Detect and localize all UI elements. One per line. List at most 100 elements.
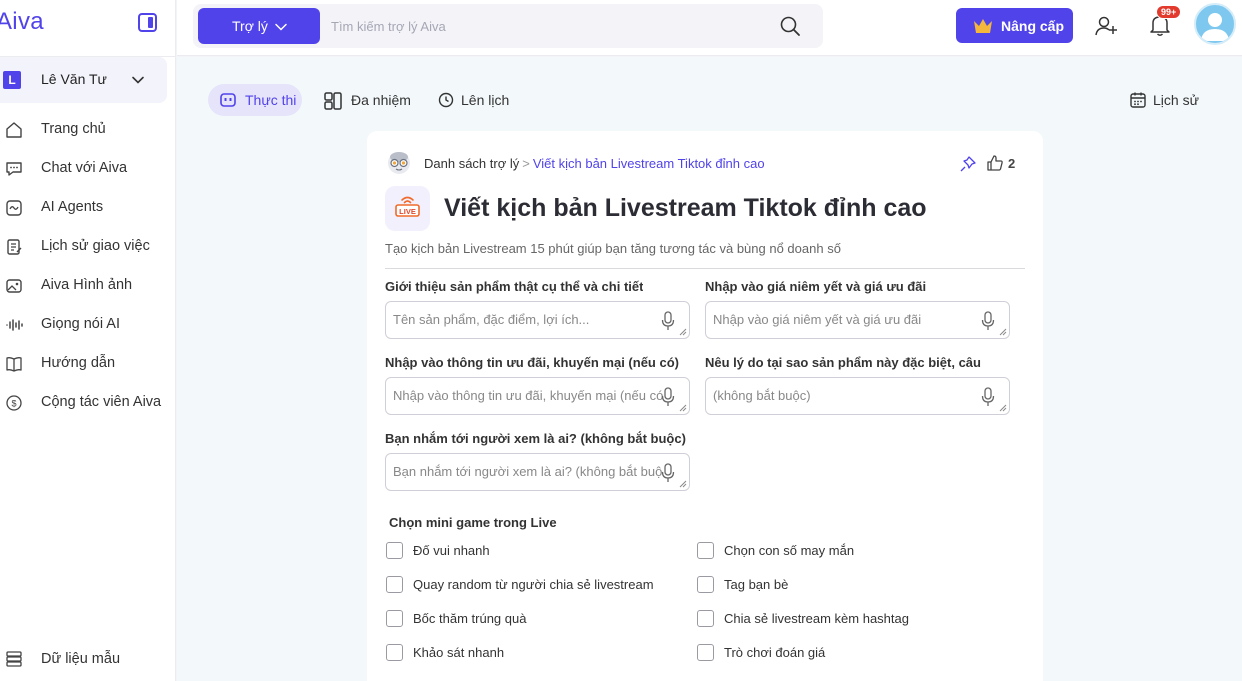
microphone-icon[interactable] xyxy=(981,311,995,331)
bot-icon xyxy=(220,93,236,107)
thumbs-up-icon[interactable] xyxy=(986,154,1004,172)
field-placeholder: Nhập vào giá niêm yết và giá ưu đãi xyxy=(713,312,922,327)
clock-icon xyxy=(438,92,454,108)
tab-label: Thực thi xyxy=(245,92,297,108)
svg-text:$: $ xyxy=(11,399,16,409)
pin-icon[interactable] xyxy=(959,155,977,173)
chat-icon xyxy=(6,162,22,176)
avatar[interactable] xyxy=(1194,3,1236,45)
sidebar-item-images[interactable]: Aiva Hình ảnh xyxy=(0,266,176,305)
sidebar-item-label: Aiva Hình ảnh xyxy=(41,277,133,293)
checkbox[interactable] xyxy=(386,610,403,627)
sidebar-toggle-icon[interactable] xyxy=(138,13,157,32)
sidebar-item-sample-data[interactable]: Dữ liệu mẫu xyxy=(0,641,176,677)
sidebar-item-label: Dữ liệu mẫu xyxy=(41,651,121,667)
tab-execute[interactable]: Thực thi xyxy=(208,84,302,116)
resize-handle-icon[interactable] xyxy=(679,404,687,412)
user-switcher[interactable]: L Lê Văn Tư xyxy=(0,57,167,103)
live-icon-text: LIVE xyxy=(399,207,416,216)
sidebar-item-voice[interactable]: Giọng nói AI xyxy=(0,305,176,344)
page-description: Tạo kịch bản Livestream 15 phút giúp bạn… xyxy=(385,241,841,256)
breadcrumb-current: Viết kịch bản Livestream Tiktok đỉnh cao xyxy=(532,156,765,171)
search-input[interactable] xyxy=(331,10,771,42)
resize-handle-icon[interactable] xyxy=(679,480,687,488)
tab-multitask[interactable]: Đa nhiệm xyxy=(312,84,412,116)
option-label: Khảo sát nhanh xyxy=(413,645,505,660)
sidebar-item-agents[interactable]: AI Agents xyxy=(0,188,176,227)
resize-handle-icon[interactable] xyxy=(999,404,1007,412)
checkbox[interactable] xyxy=(386,644,403,661)
sidebar-item-home[interactable]: Trang chủ xyxy=(0,110,176,149)
tab-schedule[interactable]: Lên lịch xyxy=(428,84,518,116)
breadcrumb: Danh sách trợ lý > Viết kịch bản Livestrea… xyxy=(424,156,765,171)
option-label: Chọn con số may mắn xyxy=(724,543,855,558)
sidebar-item-label: Lịch sử giao việc xyxy=(41,238,150,254)
user-name: Lê Văn Tư xyxy=(41,71,107,87)
page-title: Viết kịch bản Livestream Tiktok đỉnh cao xyxy=(444,194,927,222)
agents-icon xyxy=(6,200,22,216)
upgrade-button[interactable]: Nâng cấp xyxy=(956,8,1073,43)
assistant-dropdown-button[interactable]: Trợ lý xyxy=(198,8,320,44)
checkbox[interactable] xyxy=(697,610,714,627)
price-field[interactable]: Nhập vào giá niêm yết và giá ưu đãi xyxy=(705,301,1010,339)
field-placeholder: Bạn nhắm tới người xem là ai? (không bắt… xyxy=(393,464,663,479)
chevron-down-icon xyxy=(132,76,144,84)
field-label-text: Nêu lý do tại sao sản phẩm này đặc biệt,… xyxy=(705,355,981,370)
sidebar: Aiva L Lê Văn Tư Trang chủ Chat với Aiva… xyxy=(0,0,176,681)
option-label: Bốc thăm trúng quà xyxy=(413,611,527,626)
checkbox[interactable] xyxy=(386,576,403,593)
crown-icon xyxy=(974,19,992,33)
option-label: Tag bạn bè xyxy=(724,577,789,592)
resize-handle-icon[interactable] xyxy=(679,328,687,336)
checkbox[interactable] xyxy=(697,644,714,661)
microphone-icon[interactable] xyxy=(661,311,675,331)
product-intro-field[interactable]: Tên sản phẩm, đặc điểm, lợi ích... xyxy=(385,301,690,339)
livestream-icon: LIVE xyxy=(385,186,430,231)
sidebar-item-label: Hướng dẫn xyxy=(41,355,116,371)
resize-handle-icon[interactable] xyxy=(999,328,1007,336)
add-user-icon[interactable] xyxy=(1094,14,1118,38)
mini-game-title: Chọn mini game trong Live xyxy=(389,515,557,530)
like-count: 2 xyxy=(1008,156,1016,171)
sidebar-item-guide[interactable]: Hướng dẫn xyxy=(0,344,176,383)
task-history-icon xyxy=(7,239,22,255)
microphone-icon[interactable] xyxy=(661,387,675,407)
promotion-field[interactable]: Nhập vào thông tin ưu đãi, khuyến mại (n… xyxy=(385,377,690,415)
microphone-icon[interactable] xyxy=(661,463,675,483)
field-label: Nhập vào thông tin ưu đãi, khuyến mại (n… xyxy=(385,355,679,370)
field-label: Bạn nhắm tới người xem là ai? (không bắt… xyxy=(385,431,686,446)
robot-avatar-icon xyxy=(388,152,410,174)
field-placeholder: (không bắt buộc) xyxy=(713,388,811,403)
tab-label: Lên lịch xyxy=(461,92,510,108)
breadcrumb-parent[interactable]: Danh sách trợ lý xyxy=(424,156,519,171)
book-icon xyxy=(6,357,22,372)
user-initial-avatar: L xyxy=(3,71,21,89)
sidebar-item-label: Giọng nói AI xyxy=(41,316,120,332)
target-audience-field[interactable]: Bạn nhắm tới người xem là ai? (không bắt… xyxy=(385,453,690,491)
voice-icon xyxy=(6,319,23,331)
sidebar-item-label: Trang chủ xyxy=(41,121,106,137)
divider xyxy=(385,268,1025,269)
checkbox[interactable] xyxy=(697,542,714,559)
search-icon[interactable] xyxy=(779,15,801,37)
history-label: Lịch sử xyxy=(1153,92,1199,108)
checkbox[interactable] xyxy=(697,576,714,593)
sidebar-item-affiliate[interactable]: $ Cộng tác viên Aiva xyxy=(0,383,176,422)
microphone-icon[interactable] xyxy=(981,387,995,407)
notification-badge: 99+ xyxy=(1156,5,1182,19)
checkbox[interactable] xyxy=(386,542,403,559)
chevron-down-icon xyxy=(275,23,287,31)
sidebar-item-label: AI Agents xyxy=(41,199,104,215)
sidebar-item-label: Chat với Aiva xyxy=(41,160,128,176)
image-icon xyxy=(6,279,22,293)
upgrade-label: Nâng cấp xyxy=(1001,18,1065,34)
field-placeholder: Nhập vào thông tin ưu đãi, khuyến mại (n… xyxy=(393,388,663,403)
option-label: Trò chơi đoán giá xyxy=(724,645,826,660)
layout-icon xyxy=(324,92,342,110)
special-reason-field[interactable]: (không bắt buộc) xyxy=(705,377,1010,415)
home-icon xyxy=(6,122,22,138)
brand-logo[interactable]: Aiva xyxy=(0,8,44,36)
sidebar-item-chat[interactable]: Chat với Aiva xyxy=(0,149,176,188)
option-label: Đố vui nhanh xyxy=(413,543,490,558)
sidebar-item-task-history[interactable]: Lịch sử giao việc xyxy=(0,227,176,266)
